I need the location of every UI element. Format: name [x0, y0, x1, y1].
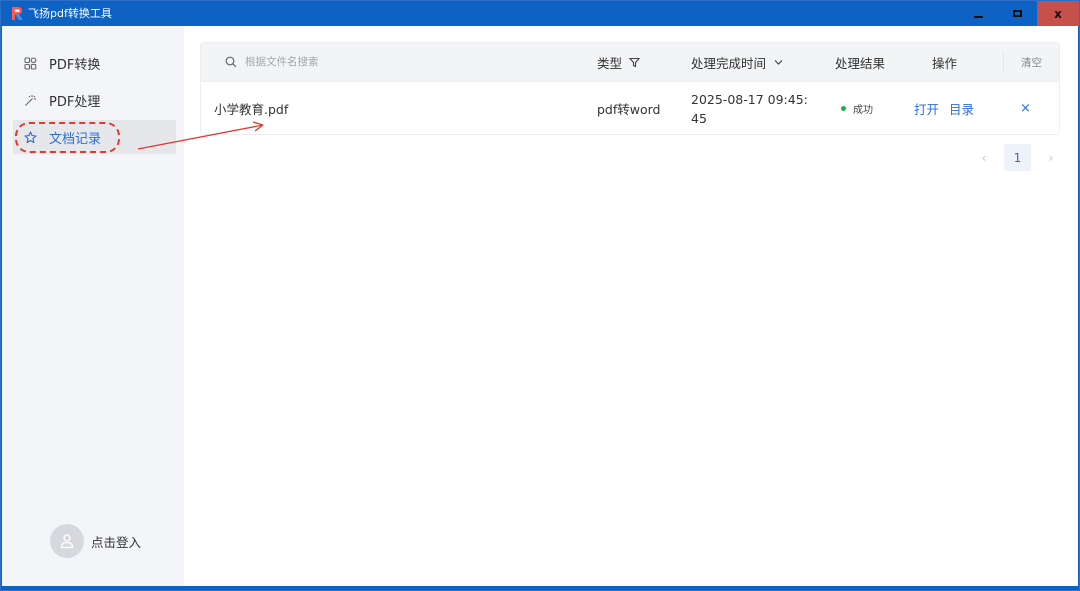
login-button[interactable]: 点击登入 [50, 524, 141, 558]
pagination: ‹ 1 › [970, 144, 1065, 171]
grid-icon [23, 56, 37, 70]
star-icon [23, 130, 37, 144]
column-header-type[interactable]: 类型 [597, 43, 641, 81]
column-header-label: 处理结果 [835, 55, 886, 71]
close-icon: x [1054, 6, 1062, 21]
clear-button[interactable]: 清空 [1003, 51, 1059, 73]
chevron-down-icon[interactable] [773, 57, 784, 68]
column-header-label: 处理完成时间 [691, 55, 767, 71]
app-logo-icon [10, 6, 25, 21]
next-page-icon[interactable]: › [1037, 151, 1065, 165]
search-icon [225, 56, 237, 68]
close-button[interactable]: x [1037, 1, 1079, 26]
sidebar-item-pdf-process[interactable]: PDF处理 [13, 83, 176, 117]
table-header: 类型 处理完成时间 [201, 43, 1059, 81]
column-header-label: 类型 [597, 55, 623, 71]
table-row: 小学教育.pdf pdf转word 2025-08-17 09:45:45 成功… [201, 81, 1059, 134]
prev-page-icon[interactable]: ‹ [970, 151, 998, 165]
minimize-icon [974, 15, 983, 18]
column-header-ops: 操作 [932, 43, 957, 81]
clear-label: 清空 [1021, 56, 1042, 69]
success-dot-icon [841, 106, 846, 111]
window-title: 飞扬pdf转换工具 [28, 7, 112, 20]
delete-icon[interactable]: × [1020, 82, 1031, 135]
client-area: PDF转换 PDF处理 文档记录 点击登入 根据文件名搜索 类型 处理完成时间 … [2, 26, 1078, 586]
sidebar-item-label: PDF转换 [49, 57, 101, 73]
toc-link[interactable]: 目录 [949, 82, 974, 135]
sidebar-item-label: 文档记录 [49, 131, 102, 147]
magic-wand-icon [23, 93, 37, 107]
login-label: 点击登入 [91, 534, 142, 550]
status-badge: 成功 [841, 82, 873, 135]
column-header-time[interactable]: 处理完成时间 [691, 43, 784, 81]
column-header-result: 处理结果 [835, 43, 885, 81]
sidebar-item-doc-records[interactable]: 文档记录 [13, 120, 176, 154]
finish-time: 2025-08-17 09:45:45 [691, 91, 808, 126]
column-header-label: 操作 [932, 55, 958, 71]
filter-icon[interactable] [629, 57, 641, 68]
records-table: 类型 处理完成时间 [200, 42, 1060, 135]
open-link[interactable]: 打开 [914, 82, 939, 135]
maximize-icon [1013, 10, 1022, 17]
sidebar-item-pdf-convert[interactable]: PDF转换 [13, 46, 176, 80]
title-bar[interactable]: 飞扬pdf转换工具 x [1, 1, 1079, 26]
user-icon [60, 534, 74, 549]
conversion-type: pdf转word [597, 102, 661, 117]
status-label: 成功 [853, 105, 873, 116]
avatar [50, 524, 84, 558]
search-input[interactable] [245, 56, 445, 68]
search-box[interactable] [225, 52, 445, 72]
app-window: 飞扬pdf转换工具 x PDF转换 PDF处理 文档记录 点击登入 根据文件名搜… [0, 0, 1080, 591]
sidebar: PDF转换 PDF处理 文档记录 点击登入 [2, 26, 184, 586]
sidebar-item-label: PDF处理 [49, 94, 101, 110]
file-name: 小学教育.pdf [214, 102, 289, 117]
page-number[interactable]: 1 [1004, 144, 1031, 171]
main-panel: 类型 处理完成时间 [184, 26, 1078, 586]
maximize-button[interactable] [998, 1, 1037, 26]
minimize-button[interactable] [959, 1, 998, 26]
